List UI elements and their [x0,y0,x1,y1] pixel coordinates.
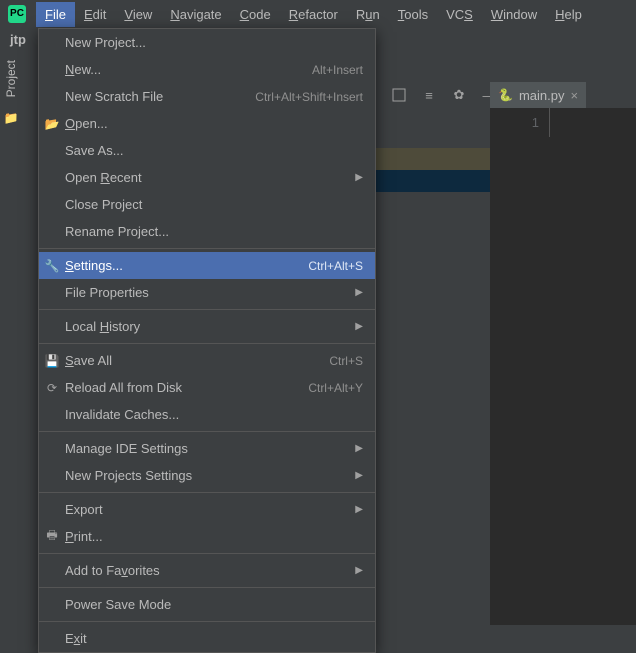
file-menu-dropdown: New Project...New...Alt+InsertNew Scratc… [38,28,376,653]
menu-item-label: Save As... [65,143,363,158]
menu-item-reload-all-from-disk[interactable]: ⟳ Reload All from DiskCtrl+Alt+Y [39,374,375,401]
editor-stripe [376,148,490,170]
menu-separator [39,553,375,554]
menu-item-label: Power Save Mode [65,597,363,612]
toolbar-button[interactable]: ≡ [418,84,440,106]
folder-icon: 📁 [4,111,19,125]
menu-item-label: New Project... [65,35,363,50]
close-icon[interactable]: × [570,88,578,103]
menu-item-label: Export [65,502,347,517]
menu-run[interactable]: Run [347,2,389,27]
menu-item-add-to-favorites[interactable]: Add to Favorites ▶ [39,557,375,584]
chevron-right-icon: ▶ [355,504,363,515]
save-icon: 💾 [44,354,60,368]
editor-tab-main[interactable]: 🐍 main.py × [490,80,586,108]
menu-item-close-project[interactable]: Close Project [39,191,375,218]
menu-item-local-history[interactable]: Local History ▶ [39,313,375,340]
menu-vcs[interactable]: VCS [437,2,482,27]
menu-item-label: Open Recent [65,170,347,185]
menu-item-open-recent[interactable]: Open Recent ▶ [39,164,375,191]
menu-item-label: File Properties [65,285,347,300]
menu-separator [39,492,375,493]
menu-item-new-scratch-file[interactable]: New Scratch FileCtrl+Alt+Shift+Insert [39,83,375,110]
wrench-icon: 🔧 [44,259,60,273]
menu-item-new[interactable]: New...Alt+Insert [39,56,375,83]
shortcut-label: Ctrl+Alt+S [308,259,363,273]
open-icon: 📂 [44,117,60,131]
settings-icon[interactable]: ✿ [448,84,470,106]
shortcut-label: Ctrl+Alt+Shift+Insert [255,90,363,104]
menu-item-label: Settings... [65,258,308,273]
editor-tab-label: main.py [519,88,565,103]
menu-item-label: Rename Project... [65,224,363,239]
menu-refactor[interactable]: Refactor [280,2,347,27]
app-logo: PC [8,5,26,23]
line-number: 1 [500,114,539,131]
menu-code[interactable]: Code [231,2,280,27]
editor-gutter: 1 [490,108,550,137]
menu-item-label: Reload All from Disk [65,380,308,395]
menu-item-label: Save All [65,353,329,368]
menu-item-save-all[interactable]: 💾 Save AllCtrl+S [39,347,375,374]
menu-edit[interactable]: Edit [75,2,115,27]
menu-view[interactable]: View [115,2,161,27]
shortcut-label: Alt+Insert [312,63,363,77]
menu-item-power-save-mode[interactable]: Power Save Mode [39,591,375,618]
chevron-right-icon: ▶ [355,443,363,454]
menu-window[interactable]: Window [482,2,546,27]
print-icon: 🖶 [44,526,60,547]
menu-item-label: Print... [65,529,363,544]
menu-item-new-projects-settings[interactable]: New Projects Settings ▶ [39,462,375,489]
menu-tools[interactable]: Tools [389,2,437,27]
menu-item-print[interactable]: 🖶 Print... [39,523,375,550]
menubar: PC FileEditViewNavigateCodeRefactorRunTo… [0,0,636,28]
shortcut-label: Ctrl+S [329,354,363,368]
menu-item-rename-project[interactable]: Rename Project... [39,218,375,245]
menu-separator [39,431,375,432]
left-sidebar: Project 📁 [0,52,22,172]
menu-item-export[interactable]: Export ▶ [39,496,375,523]
chevron-right-icon: ▶ [355,470,363,481]
menu-separator [39,343,375,344]
menu-item-open[interactable]: 📂 Open... [39,110,375,137]
menu-navigate[interactable]: Navigate [161,2,230,27]
menu-separator [39,248,375,249]
menu-item-manage-ide-settings[interactable]: Manage IDE Settings ▶ [39,435,375,462]
menu-help[interactable]: Help [546,2,591,27]
toolbar-button[interactable] [388,84,410,106]
reload-icon: ⟳ [44,381,60,395]
menu-item-label: Open... [65,116,363,131]
menu-separator [39,309,375,310]
chevron-right-icon: ▶ [355,321,363,332]
editor-stripe-selected [376,170,490,192]
menu-item-label: Exit [65,631,363,646]
editor-pane [490,108,636,625]
menu-item-label: New Scratch File [65,89,255,104]
menu-item-file-properties[interactable]: File Properties ▶ [39,279,375,306]
menu-separator [39,621,375,622]
menu-item-label: Close Project [65,197,363,212]
chevron-right-icon: ▶ [355,287,363,298]
chevron-right-icon: ▶ [355,565,363,576]
menu-item-label: Local History [65,319,347,334]
python-icon: 🐍 [498,88,513,102]
menu-item-label: Invalidate Caches... [65,407,363,422]
editor-toolbar: ≡ ✿ — [388,80,500,110]
menu-item-save-as[interactable]: Save As... [39,137,375,164]
menu-item-settings[interactable]: 🔧 Settings...Ctrl+Alt+S [39,252,375,279]
menu-item-invalidate-caches[interactable]: Invalidate Caches... [39,401,375,428]
menu-separator [39,587,375,588]
menu-item-label: Add to Favorites [65,563,347,578]
shortcut-label: Ctrl+Alt+Y [308,381,363,395]
menu-item-new-project[interactable]: New Project... [39,29,375,56]
menu-item-label: New Projects Settings [65,468,347,483]
menu-item-exit[interactable]: Exit [39,625,375,652]
menu-item-label: Manage IDE Settings [65,441,347,456]
menu-file[interactable]: File [36,2,75,27]
menu-item-label: New... [65,62,312,77]
chevron-right-icon: ▶ [355,172,363,183]
project-tool-tab[interactable]: Project [2,52,20,105]
